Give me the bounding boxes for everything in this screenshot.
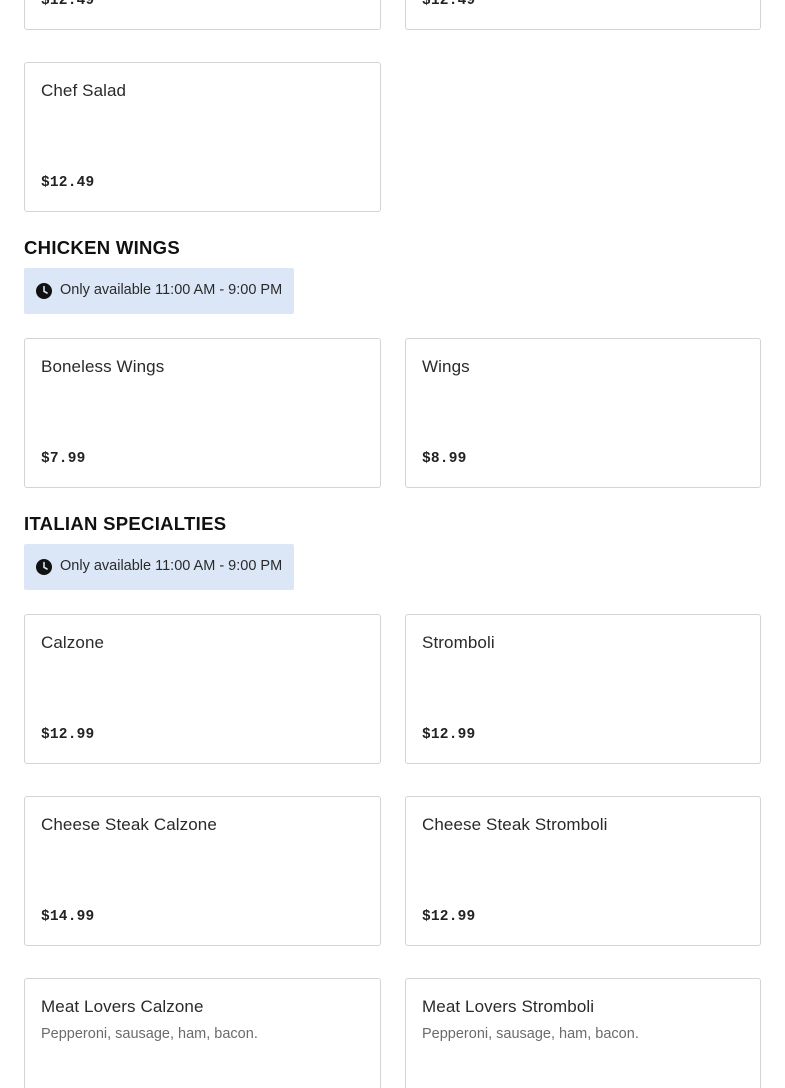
menu-item-card[interactable]: $12.49	[405, 0, 761, 30]
item-name: Cheese Steak Stromboli	[422, 815, 608, 834]
clock-icon	[36, 283, 52, 299]
menu-item-card[interactable]: $12.49	[24, 0, 381, 30]
item-name: Wings	[422, 357, 470, 376]
menu-item-card[interactable]: Meat Lovers Calzone Pepperoni, sausage, …	[24, 978, 381, 1088]
item-price: $12.99	[422, 909, 476, 925]
menu-item-card[interactable]: Chef Salad $12.49	[24, 62, 381, 212]
item-name: Meat Lovers Calzone	[41, 997, 204, 1016]
item-price: $12.49	[422, 0, 476, 9]
menu-item-card[interactable]: Cheese Steak Calzone $14.99	[24, 796, 381, 946]
section-title-italian-specialties: ITALIAN SPECIALTIES	[24, 513, 227, 534]
item-name: Cheese Steak Calzone	[41, 815, 217, 834]
item-price: $14.99	[41, 909, 95, 925]
item-name: Boneless Wings	[41, 357, 165, 376]
availability-banner: Only available 11:00 AM - 9:00 PM	[24, 268, 294, 314]
item-price: $7.99	[41, 451, 86, 467]
menu-item-card[interactable]: Stromboli $12.99	[405, 614, 761, 764]
item-price: $12.99	[422, 727, 476, 743]
menu-item-card[interactable]: Boneless Wings $7.99	[24, 338, 381, 488]
clock-icon	[36, 559, 52, 575]
item-name: Chef Salad	[41, 81, 127, 100]
item-price: $12.99	[41, 727, 95, 743]
item-name: Meat Lovers Stromboli	[422, 997, 595, 1016]
item-description: Pepperoni, sausage, ham, bacon.	[422, 1026, 639, 1042]
availability-banner: Only available 11:00 AM - 9:00 PM	[24, 544, 294, 590]
menu-item-card[interactable]: Calzone $12.99	[24, 614, 381, 764]
item-price: $12.49	[41, 175, 95, 191]
item-price: $8.99	[422, 451, 467, 467]
availability-text: Only available 11:00 AM - 9:00 PM	[60, 558, 283, 574]
item-name: Calzone	[41, 633, 105, 652]
menu-item-card[interactable]: Wings $8.99	[405, 338, 761, 488]
availability-text: Only available 11:00 AM - 9:00 PM	[60, 282, 283, 298]
item-description: Pepperoni, sausage, ham, bacon.	[41, 1026, 258, 1042]
item-name: Stromboli	[422, 633, 495, 652]
menu-item-card[interactable]: Cheese Steak Stromboli $12.99	[405, 796, 761, 946]
menu-item-card[interactable]: Meat Lovers Stromboli Pepperoni, sausage…	[405, 978, 761, 1088]
item-price: $12.49	[41, 0, 95, 9]
section-title-chicken-wings: CHICKEN WINGS	[24, 237, 181, 258]
